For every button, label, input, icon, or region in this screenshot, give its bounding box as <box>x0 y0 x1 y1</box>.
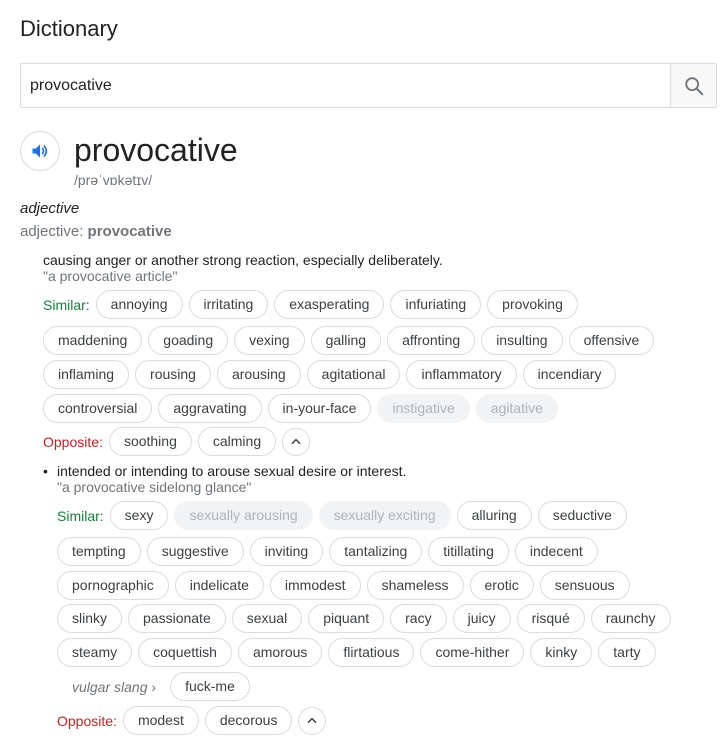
similar-chip[interactable]: pornographic <box>57 571 169 600</box>
opposite-row: Opposite: soothing calming <box>43 427 311 456</box>
similar-chip[interactable]: come-hither <box>420 638 525 667</box>
inflection-label: adjective: <box>20 223 84 240</box>
similar-chip[interactable]: indelicate <box>174 571 264 600</box>
similar-chip[interactable]: rousing <box>135 360 211 389</box>
collapse-button[interactable] <box>282 427 311 456</box>
similar-chip[interactable]: exasperating <box>274 290 385 319</box>
pronunciation-button[interactable] <box>20 131 60 171</box>
similar-chip-disabled: sexually exciting <box>318 501 451 530</box>
similar-chip[interactable]: shameless <box>366 571 464 600</box>
similar-row: tempting suggestive inviting tantalizing… <box>57 537 604 566</box>
similar-chip[interactable]: kinky <box>530 638 593 667</box>
similar-chip[interactable]: in-your-face <box>267 394 372 423</box>
similar-row: steamy coquettish amorous flirtatious co… <box>57 638 662 667</box>
collapse-button[interactable] <box>298 706 327 735</box>
similar-chip[interactable]: inflammatory <box>406 360 517 389</box>
chevron-up-icon <box>291 438 301 444</box>
similar-chip[interactable]: agitational <box>306 360 401 389</box>
example-1: "a provocative article" <box>43 268 178 284</box>
similar-chip[interactable]: piquant <box>308 604 385 633</box>
similar-chip[interactable]: sensuous <box>539 571 630 600</box>
opposite-chip[interactable]: soothing <box>108 427 192 456</box>
page-title: Dictionary <box>20 16 118 41</box>
similar-row: inflaming rousing arousing agitational i… <box>43 360 622 389</box>
similar-chip[interactable]: inviting <box>249 537 324 566</box>
similar-chip[interactable]: erotic <box>469 571 534 600</box>
similar-chip[interactable]: titillating <box>428 537 509 566</box>
similar-chip[interactable]: juicy <box>452 604 511 633</box>
similar-chip[interactable]: suggestive <box>146 537 244 566</box>
opposite-chip[interactable]: calming <box>197 427 277 456</box>
similar-chip[interactable]: galling <box>310 326 382 355</box>
vulgar-slang-label: vulgar slang › <box>72 678 157 695</box>
similar-chip[interactable]: tantalizing <box>329 537 423 566</box>
search-icon <box>684 76 703 95</box>
similar-chip[interactable]: passionate <box>128 604 226 633</box>
similar-chip[interactable]: coquettish <box>138 638 232 667</box>
opposite-chip[interactable]: decorous <box>204 706 293 735</box>
similar-chip[interactable]: seductive <box>537 501 627 530</box>
similar-chip[interactable]: goading <box>148 326 229 355</box>
similar-chip[interactable]: controversial <box>43 394 153 423</box>
similar-chip[interactable]: amorous <box>237 638 323 667</box>
similar-chip[interactable]: slinky <box>57 604 123 633</box>
definition-2: intended or intending to arouse sexual d… <box>57 463 407 479</box>
similar-chip[interactable]: provoking <box>487 290 578 319</box>
similar-chip[interactable]: sexy <box>109 501 169 530</box>
similar-row: maddening goading vexing galling affront… <box>43 326 660 355</box>
similar-row: slinky passionate sexual piquant racy ju… <box>57 604 677 633</box>
similar-chip[interactable]: vexing <box>234 326 305 355</box>
similar-row: controversial aggravating in-your-face i… <box>43 394 564 423</box>
example-2: "a provocative sidelong glance" <box>57 479 252 495</box>
chevron-up-icon <box>307 717 318 723</box>
similar-chip[interactable]: fuck-me <box>170 672 250 701</box>
similar-row: pornographic indelicate immodest shamele… <box>57 571 636 600</box>
phonetic: /prəˈvɒkətɪv/ <box>74 172 153 188</box>
similar-chip[interactable]: racy <box>390 604 447 633</box>
headword: provocative <box>74 132 238 168</box>
similar-chip[interactable]: raunchy <box>590 604 671 633</box>
part-of-speech: adjective <box>20 200 80 217</box>
vulgar-slang-row: vulgar slang › fuck-me <box>72 672 256 701</box>
similar-chip[interactable]: insulting <box>481 326 563 355</box>
similar-chip[interactable]: infuriating <box>390 290 482 319</box>
similar-chip[interactable]: incendiary <box>522 360 617 389</box>
opposite-row: Opposite: modest decorous <box>57 706 327 735</box>
similar-chip[interactable]: offensive <box>568 326 655 355</box>
similar-chip[interactable]: sexual <box>231 604 303 633</box>
similar-chip[interactable]: tarty <box>598 638 656 667</box>
bullet: • <box>43 463 48 479</box>
inflection: adjective: provocative <box>20 223 172 240</box>
similar-row: Similar: sexy sexually arousing sexually… <box>57 501 633 530</box>
similar-row: Similar: annoying irritating exasperatin… <box>43 290 584 319</box>
search-box <box>20 63 717 108</box>
similar-chip[interactable]: risqué <box>516 604 585 633</box>
similar-chip[interactable]: tempting <box>57 537 141 566</box>
similar-chip[interactable]: irritating <box>188 290 269 319</box>
opposite-label: Opposite: <box>43 433 103 450</box>
definition-1: causing anger or another strong reaction… <box>43 252 443 268</box>
opposite-chip[interactable]: modest <box>122 706 199 735</box>
similar-chip-disabled: instigative <box>377 394 470 423</box>
similar-chip[interactable]: annoying <box>95 290 183 319</box>
similar-chip[interactable]: immodest <box>269 571 361 600</box>
similar-chip[interactable]: aggravating <box>158 394 262 423</box>
similar-chip[interactable]: inflaming <box>43 360 130 389</box>
similar-label: Similar: <box>43 296 90 313</box>
similar-chip[interactable]: arousing <box>216 360 301 389</box>
similar-chip[interactable]: maddening <box>43 326 143 355</box>
search-input[interactable] <box>21 64 670 107</box>
similar-chip[interactable]: steamy <box>57 638 133 667</box>
similar-chip[interactable]: affronting <box>387 326 476 355</box>
similar-chip-disabled: sexually arousing <box>174 501 313 530</box>
speaker-icon <box>32 144 48 158</box>
inflection-word: provocative <box>87 223 172 240</box>
similar-chip[interactable]: indecent <box>514 537 598 566</box>
similar-chip[interactable]: flirtatious <box>328 638 415 667</box>
similar-chip[interactable]: alluring <box>456 501 532 530</box>
similar-label: Similar: <box>57 507 104 524</box>
opposite-label: Opposite: <box>57 712 117 729</box>
search-button[interactable] <box>670 64 716 107</box>
similar-chip-disabled: agitative <box>475 394 558 423</box>
